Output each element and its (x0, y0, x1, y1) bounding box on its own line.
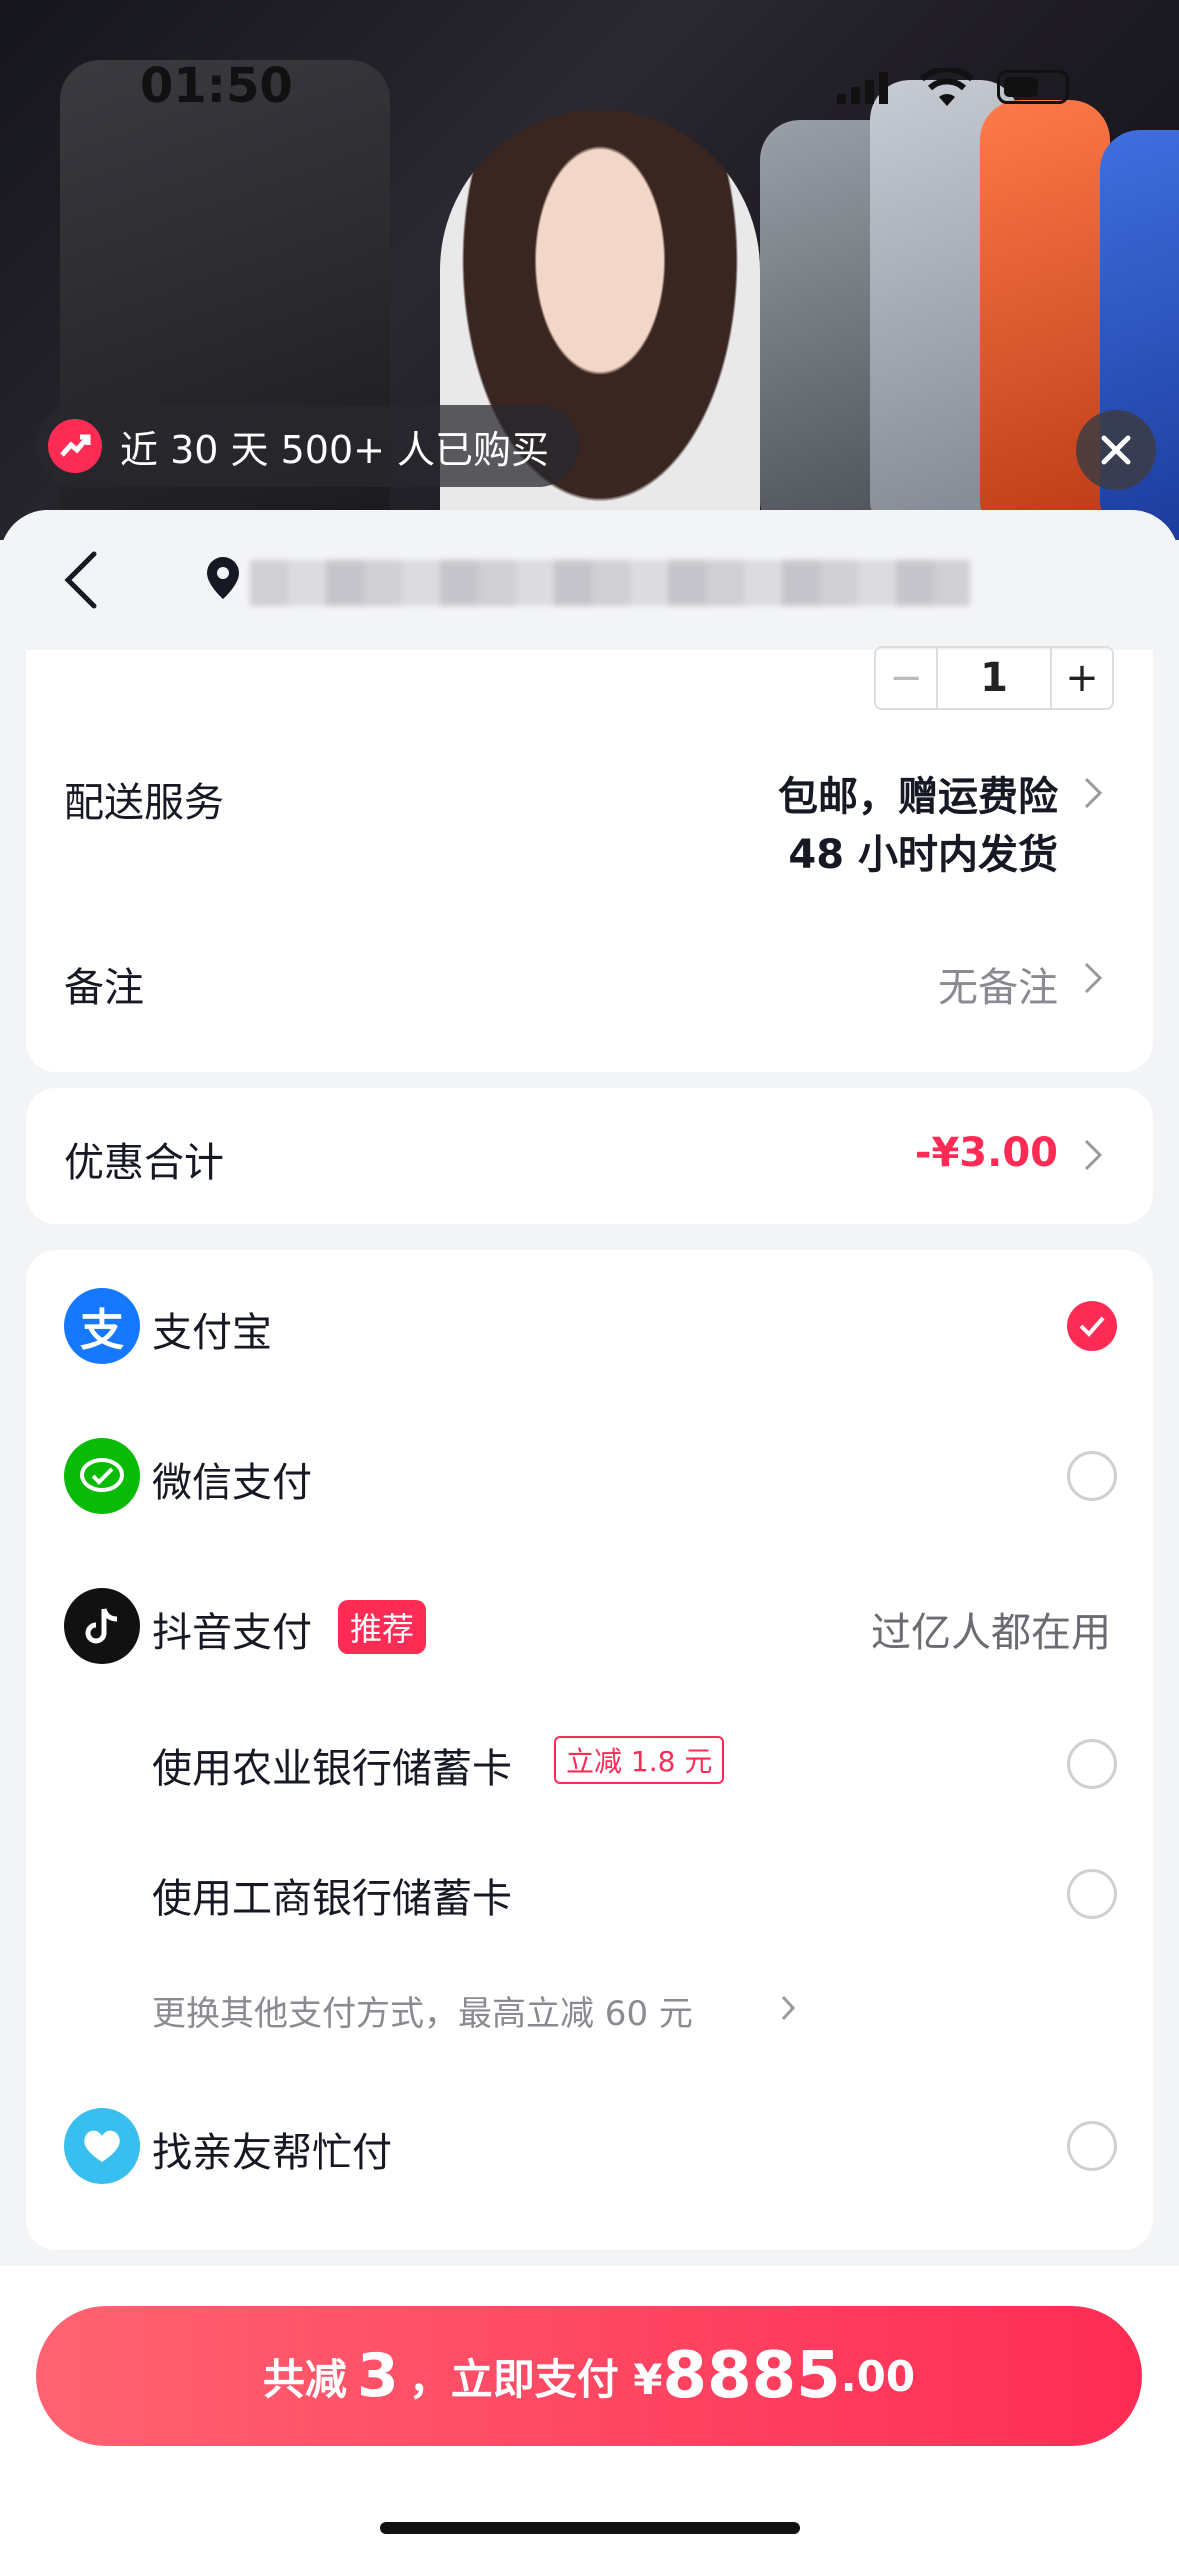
delivery-row[interactable]: 配送服务 包邮，赠运费险 48 小时内发货 (26, 740, 1153, 890)
payment-option-wechat[interactable]: 微信支付 (26, 1400, 1153, 1550)
decrease-button[interactable]: − (876, 648, 938, 708)
increase-button[interactable]: + (1050, 648, 1112, 708)
payment-option-icbc-card[interactable]: 使用工商银行储蓄卡 (26, 1830, 1153, 1960)
status-bar: 01:50 (0, 40, 1179, 130)
recommended-tag: 推荐 (338, 1600, 427, 1654)
payment-option-douyin[interactable]: 抖音支付 推荐 过亿人都在用 (26, 1550, 1153, 1700)
delivery-shipping: 包邮，赠运费险 (778, 774, 1058, 820)
checkout-sheet: − 1 + 配送服务 包邮，赠运费险 48 小时内发货 备注 无备注 优惠合计 … (0, 510, 1179, 2556)
pay-button-saved: 3 (356, 2341, 399, 2411)
friend-pay-heart-icon (64, 2108, 140, 2184)
pay-button-decimal: .00 (840, 2351, 916, 2401)
checkmark-icon (1079, 1316, 1105, 1337)
pay-now-button[interactable]: 共减 3 ，立即支付 ¥ 8885 .00 (36, 2306, 1142, 2446)
pay-button-prefix: 共减 (262, 2354, 347, 2404)
more-methods-text: 更换其他支付方式，最高立减 60 元 (152, 1994, 693, 2034)
checkout-footer: 共减 3 ，立即支付 ¥ 8885 .00 (0, 2266, 1179, 2556)
payment-option-abc-card[interactable]: 使用农业银行储蓄卡 立减 1.8 元 (26, 1700, 1153, 1830)
quantity-value: 1 (980, 655, 1008, 701)
icbc-card-radio[interactable] (1067, 1869, 1117, 1919)
remark-row[interactable]: 备注 无备注 (26, 925, 1153, 1035)
payment-option-friend-pay[interactable]: 找亲友帮忙付 (26, 2070, 1153, 2220)
payment-option-alipay[interactable]: 支 支付宝 (26, 1250, 1153, 1400)
chevron-right-icon (781, 1995, 796, 2021)
trending-icon (48, 419, 102, 473)
video-preview: 01:50 近 30 天 500+ 人已购买 (0, 0, 1179, 540)
home-indicator (380, 2522, 800, 2534)
quantity-stepper[interactable]: − 1 + (874, 646, 1114, 710)
chevron-right-icon (1084, 962, 1103, 994)
pay-button-amount: 8885 (662, 2339, 841, 2413)
douyin-note: 过亿人都在用 (871, 1610, 1111, 1656)
friend-pay-label: 找亲友帮忙付 (152, 2130, 392, 2176)
pay-button-middle: ，立即支付 ¥ (408, 2354, 663, 2404)
order-details-card: − 1 + 配送服务 包邮，赠运费险 48 小时内发货 备注 无备注 (26, 646, 1153, 1072)
payment-methods-card: 支 支付宝 微信支付 抖音支付 推荐 过亿人都在用 使用农业银行储蓄卡 立减 1… (26, 1250, 1153, 2250)
alipay-icon: 支 (64, 1288, 140, 1364)
discount-card[interactable]: 优惠合计 -¥3.00 (26, 1088, 1153, 1224)
chevron-right-icon (1084, 777, 1103, 809)
location-pin-icon (207, 557, 239, 599)
cellular-signal-icon (837, 72, 888, 104)
address-text-redacted (250, 560, 970, 606)
delivery-value: 包邮，赠运费险 48 小时内发货 (778, 768, 1058, 884)
alipay-label: 支付宝 (152, 1310, 272, 1356)
chevron-right-icon (1084, 1139, 1103, 1171)
wechat-label: 微信支付 (152, 1460, 312, 1506)
wifi-icon (920, 68, 974, 106)
delivery-label: 配送服务 (64, 780, 224, 826)
close-icon (1101, 435, 1131, 465)
remark-label: 备注 (64, 965, 144, 1011)
douyin-label: 抖音支付 (152, 1610, 312, 1656)
wechat-radio[interactable] (1067, 1451, 1117, 1501)
delivery-time: 48 小时内发货 (788, 832, 1058, 878)
sales-badge: 近 30 天 500+ 人已购买 (36, 405, 580, 487)
icbc-card-label: 使用工商银行储蓄卡 (152, 1876, 512, 1922)
back-icon[interactable] (60, 550, 100, 610)
abc-card-label: 使用农业银行储蓄卡 (152, 1746, 512, 1792)
battery-icon (997, 70, 1069, 104)
status-time: 01:50 (140, 58, 293, 114)
friend-pay-radio[interactable] (1067, 2121, 1117, 2171)
discount-value: -¥3.00 (914, 1130, 1058, 1176)
discount-tag: 立减 1.8 元 (554, 1736, 725, 1784)
abc-card-radio[interactable] (1067, 1739, 1117, 1789)
discount-label: 优惠合计 (64, 1140, 224, 1186)
more-payment-methods-link[interactable]: 更换其他支付方式，最高立减 60 元 (26, 1960, 1153, 2060)
address-bar[interactable] (0, 510, 1179, 650)
close-button[interactable] (1076, 410, 1156, 490)
douyin-pay-icon (64, 1588, 140, 1664)
alipay-radio[interactable] (1067, 1301, 1117, 1351)
sales-badge-text: 近 30 天 500+ 人已购买 (120, 427, 550, 472)
wechat-pay-icon (64, 1438, 140, 1514)
remark-value: 无备注 (938, 965, 1058, 1011)
